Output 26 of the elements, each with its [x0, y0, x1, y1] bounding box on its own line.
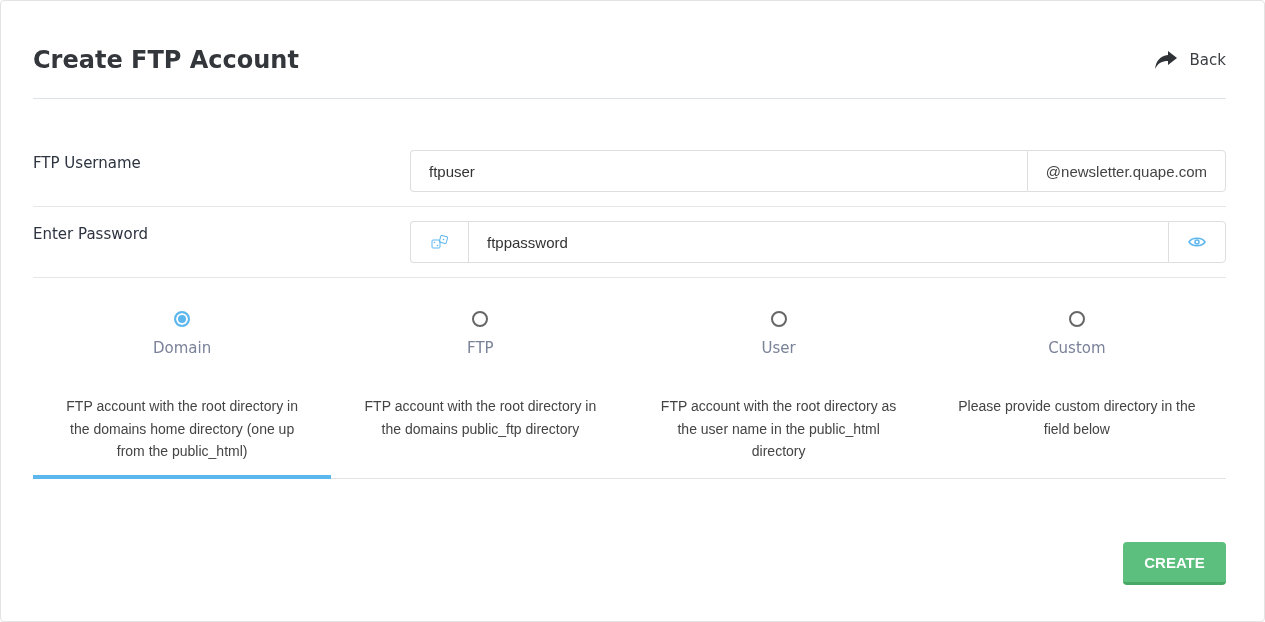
option-description: FTP account with the root directory as the user name in the public_html directory [659, 397, 898, 461]
option-description: FTP account with the root directory in the domains home directory (one up from the public_html) [65, 397, 299, 461]
username-field[interactable]: ftpuser [410, 150, 1027, 192]
page-title: Create FTP Account [33, 45, 299, 74]
directory-option[interactable]: Domain FTP account with the root directory in the domains home directory (one up from the public_html) [33, 278, 332, 479]
field-label: FTP Username [33, 153, 142, 174]
option-label: FTP [467, 339, 494, 357]
radio-button[interactable] [472, 311, 489, 327]
field-label: Enter Password [33, 224, 150, 245]
option-label: Domain [153, 339, 212, 357]
option-description: Please provide custom directory in the field below [957, 397, 1197, 439]
domain-suffix: @newsletter.quape.com [1026, 150, 1226, 192]
option-label: Custom [1048, 339, 1106, 357]
radio-button[interactable] [1068, 311, 1085, 327]
directory-option[interactable]: User FTP account with the root directory as the user name in the public_html directory [629, 278, 928, 479]
option-label: User [761, 339, 796, 357]
eye-icon [1188, 236, 1206, 248]
back-link[interactable]: Back [1153, 49, 1226, 70]
radio-button[interactable] [174, 311, 191, 327]
password-field[interactable]: ftppassword [468, 221, 1168, 263]
dice-icon [430, 235, 449, 249]
share-arrow-icon [1153, 49, 1178, 70]
directory-option[interactable]: FTP FTP account with the root directory in the domains public_ftp directory [331, 278, 630, 479]
radio-button[interactable] [770, 311, 787, 327]
option-description: FTP account with the root directory in the domains public_ftp directory [363, 397, 598, 439]
directory-option[interactable]: Custom Please provide custom directory in the field below [927, 278, 1226, 479]
